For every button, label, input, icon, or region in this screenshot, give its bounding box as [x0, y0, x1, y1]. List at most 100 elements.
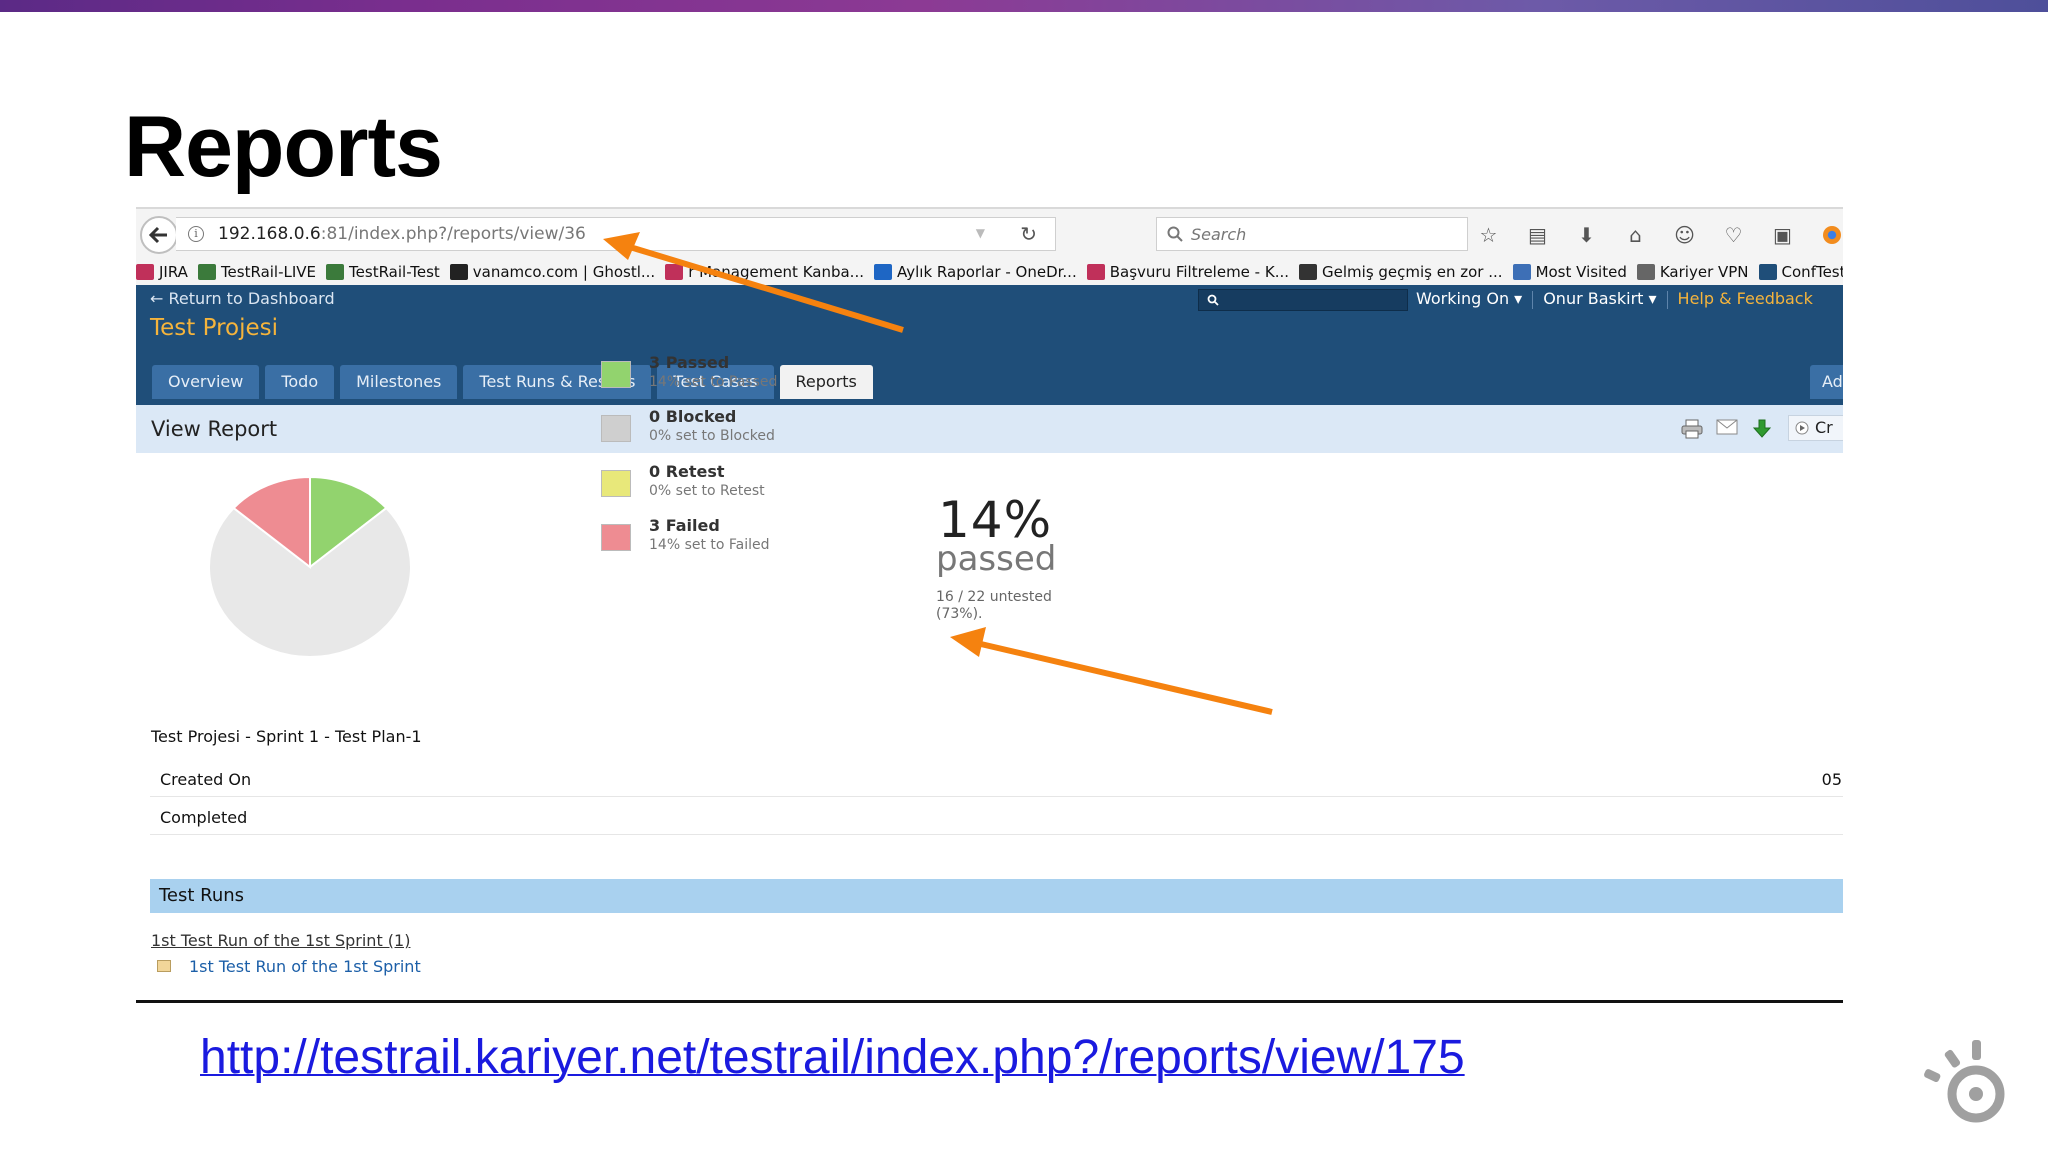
app-search-input[interactable] [1198, 289, 1408, 311]
help-feedback-link[interactable]: Help & Feedback [1678, 289, 1813, 311]
v-icon [449, 264, 468, 280]
kariyer-logo-icon [1924, 1040, 2005, 1123]
legend-title: 3 Passed [649, 353, 730, 372]
bookmark-item[interactable]: Kariyer VPN [1636, 263, 1749, 281]
legend-blocked: 0 Blocked 0% set to Blocked [601, 405, 801, 451]
user-menu: Working On ▾ Onur Baskirt ▾ Help & Feedb… [1416, 289, 1813, 311]
legend-passed: 3 Passed 14% set to Passed [601, 351, 801, 397]
view-report-bar: View Report Cr [136, 405, 1843, 453]
results-pie-chart [208, 475, 412, 658]
created-on-row: Created On 05 [150, 761, 1843, 797]
return-to-dashboard-link[interactable]: ← Return to Dashboard [150, 289, 335, 308]
report-url-link[interactable]: http://testrail.kariyer.net/testrail/ind… [200, 1030, 1465, 1085]
slide-top-bar [0, 0, 2048, 12]
bookmark-label: ConfTest [1781, 263, 1843, 281]
completed-row: Completed [150, 799, 1843, 835]
back-button[interactable] [140, 216, 178, 254]
legend-failed: 3 Failed 14% set to Failed [601, 514, 801, 560]
firefox-account-icon[interactable] [1807, 221, 1843, 249]
search-icon [1207, 294, 1219, 306]
address-bar[interactable]: i 192.168.0.6:81/index.php?/reports/view… [176, 217, 1056, 251]
search-placeholder: Search [1191, 224, 1247, 244]
tab-admin[interactable]: Ad [1810, 365, 1843, 399]
tab-overview[interactable]: Overview [152, 365, 260, 399]
x-icon [1758, 264, 1777, 280]
bookmark-item[interactable]: vanamco.com | Ghostl... [449, 263, 656, 281]
legend-subtitle: 0% set to Blocked [649, 428, 775, 444]
screenshot-bottom-border [136, 1000, 1843, 1003]
create-report-label: Cr [1815, 418, 1833, 437]
working-on-menu[interactable]: Working On ▾ [1416, 289, 1522, 311]
test-runs-title: Test Runs [159, 885, 245, 906]
bookmark-item[interactable]: r Management Kanba... [665, 263, 864, 281]
legend-title: 3 Failed [649, 516, 720, 535]
create-report-button[interactable]: Cr [1788, 415, 1843, 441]
bookmark-item[interactable]: Aylık Raporlar - OneDr... [874, 263, 1077, 281]
bookmark-item[interactable]: JIRA [136, 263, 188, 281]
completed-label: Completed [160, 808, 248, 827]
bookmark-item[interactable]: TestRail-Test [326, 263, 440, 281]
view-report-title: View Report [151, 417, 278, 441]
test-run-link[interactable]: 1st Test Run of the 1st Sprint [189, 957, 421, 976]
created-on-value: 05 [1821, 770, 1842, 789]
bookmark-label: Başvuru Filtreleme - K... [1109, 263, 1290, 281]
test-run-icon [157, 960, 171, 972]
legend-retest: 0 Retest 0% set to Retest [601, 460, 801, 506]
url-host: 192.168.0.6 [218, 224, 321, 244]
bookmark-item[interactable]: ConfTest [1758, 263, 1843, 281]
bookmark-label: TestRail-LIVE [220, 263, 317, 281]
report-actions [1674, 419, 1779, 439]
url-text: 192.168.0.6:81/index.php?/reports/view/3… [218, 224, 586, 244]
passed-swatch [601, 361, 631, 388]
bookmark-label: vanamco.com | Ghostl... [472, 263, 656, 281]
bookmark-item[interactable]: Başvuru Filtreleme - K... [1086, 263, 1290, 281]
test-run-row: 1st Test Run of the 1st Sprint [157, 953, 421, 979]
legend-title: 0 Retest [649, 462, 725, 481]
wikipedia-icon [1299, 264, 1318, 280]
print-icon[interactable] [1674, 419, 1709, 439]
slide-title: Reports [124, 99, 443, 195]
url-dropdown-icon[interactable]: ▼ [976, 226, 985, 240]
screenshot-icon[interactable]: ▣ [1758, 221, 1807, 249]
user-name-menu[interactable]: Onur Baskirt ▾ [1543, 289, 1656, 311]
bookmark-item[interactable]: Most Visited [1512, 263, 1627, 281]
testrail-icon [326, 264, 345, 280]
bookmark-label: r Management Kanba... [688, 263, 864, 281]
tab-todo[interactable]: Todo [265, 365, 335, 399]
blocked-swatch [601, 415, 631, 442]
download-icon[interactable]: ⬇ [1562, 221, 1611, 249]
export-download-icon[interactable] [1744, 419, 1779, 439]
created-on-label: Created On [160, 770, 252, 789]
testrail-icon [197, 264, 216, 280]
jira-icon [1086, 264, 1105, 280]
bookmark-label: TestRail-Test [349, 263, 440, 281]
email-icon[interactable] [1709, 419, 1744, 439]
project-name[interactable]: Test Projesi [150, 315, 278, 341]
chat-icon[interactable]: ☺ [1660, 221, 1709, 249]
reading-list-icon[interactable]: ▤ [1513, 221, 1562, 249]
app-header: ← Return to Dashboard Test Projesi Worki… [136, 285, 1843, 405]
bookmark-item[interactable]: Gelmiş geçmiş en zor ... [1299, 263, 1503, 281]
bookmark-item[interactable]: TestRail-LIVE [197, 263, 317, 281]
back-arrow-icon [149, 226, 167, 244]
run-group-label[interactable]: 1st Test Run of the 1st Sprint (1) [151, 931, 410, 950]
tab-milestones[interactable]: Milestones [340, 365, 458, 399]
home-icon[interactable]: ⌂ [1611, 221, 1660, 249]
browser-nav-row: i 192.168.0.6:81/index.php?/reports/view… [136, 209, 1843, 259]
legend-subtitle: 0% set to Retest [649, 483, 765, 499]
browser-search-box[interactable]: Search [1156, 217, 1468, 251]
info-icon[interactable]: i [188, 226, 204, 242]
pocket-icon[interactable]: ♡ [1709, 221, 1758, 249]
retest-swatch [601, 470, 631, 497]
reload-icon[interactable]: ↻ [1020, 222, 1037, 246]
jira-icon [136, 264, 154, 280]
bookmarks-bar: JIRA TestRail-LIVE TestRail-Test vanamco.co… [136, 259, 1843, 285]
menu-separator [1666, 291, 1668, 309]
browser-toolbar: ☆ ▤ ⬇ ⌂ ☺ ♡ ▣ [1464, 221, 1843, 249]
cloud-icon [874, 264, 892, 280]
star-icon[interactable]: ☆ [1464, 221, 1513, 249]
url-path: :81/index.php?/reports/view/36 [320, 224, 586, 244]
legend-subtitle: 14% set to Failed [649, 537, 770, 553]
legend-title: 0 Blocked [649, 407, 737, 426]
search-icon [1167, 226, 1183, 242]
